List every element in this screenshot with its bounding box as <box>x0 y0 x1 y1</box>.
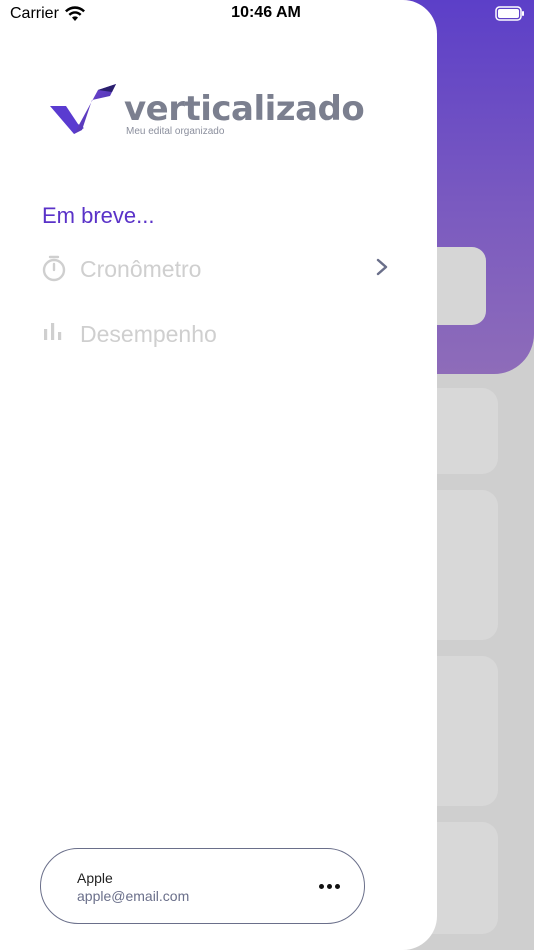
logo-wordmark: verticalizado <box>124 89 365 129</box>
menu-item-label: Cronômetro <box>80 256 202 282</box>
section-title: Em breve... <box>42 203 155 228</box>
battery-icon <box>495 6 524 21</box>
account-email: apple@email.com <box>77 888 190 904</box>
chevron-right-icon <box>376 258 388 276</box>
more-options-button[interactable] <box>313 871 345 901</box>
logo-tagline: Meu edital organizado <box>126 126 225 137</box>
side-drawer: verticalizado Meu edital organizado Em b… <box>0 0 437 950</box>
menu-item-cronometro[interactable]: Cronômetro <box>40 248 400 288</box>
app-logo: verticalizado Meu edital organizado <box>48 84 365 140</box>
account-card[interactable]: Apple apple@email.com <box>40 848 365 924</box>
account-name: Apple <box>77 870 113 886</box>
stopwatch-icon <box>42 255 66 282</box>
more-icon <box>326 883 332 889</box>
menu-item-desempenho[interactable]: Desempenho <box>40 313 400 353</box>
status-bar: Carrier 10:46 AM <box>0 0 534 30</box>
status-time: 10:46 AM <box>231 4 301 21</box>
logo-checkmark-icon <box>50 84 116 134</box>
menu-item-label: Desempenho <box>80 321 217 347</box>
more-icon <box>334 883 340 889</box>
bar-chart-icon <box>44 323 62 340</box>
more-icon <box>318 883 324 889</box>
